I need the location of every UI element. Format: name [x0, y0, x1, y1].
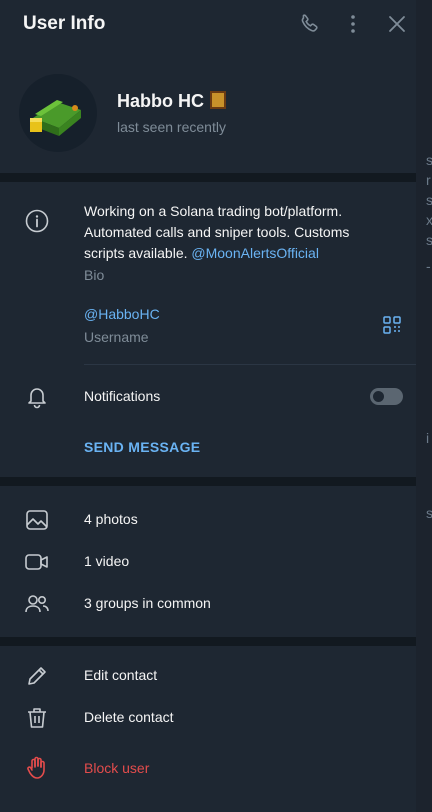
emoji-badge-icon	[210, 91, 226, 109]
strip-glyph: r	[426, 172, 431, 188]
bell-icon	[24, 383, 50, 409]
bio-text: Working on a Solana trading bot/platform…	[84, 203, 350, 261]
delete-contact-button[interactable]: Delete contact	[84, 709, 174, 725]
strip-glyph: s	[426, 505, 432, 521]
block-hand-icon	[24, 755, 50, 781]
groups-icon	[24, 591, 50, 617]
avatar[interactable]	[19, 74, 97, 152]
toggle-knob	[371, 389, 386, 404]
strip-glyph: i	[426, 430, 430, 446]
photo-icon	[24, 507, 50, 533]
header: User Info	[0, 0, 416, 50]
profile-name: Habbo HC	[117, 91, 226, 112]
bio-label: Bio	[84, 267, 105, 283]
close-icon[interactable]	[385, 12, 409, 36]
edit-contact-button[interactable]: Edit contact	[84, 667, 157, 683]
groups-in-common-item[interactable]: 3 groups in common	[84, 595, 211, 611]
info-icon	[24, 208, 50, 234]
username-value[interactable]: @HabboHC	[84, 306, 160, 322]
send-message-button[interactable]: SEND MESSAGE	[84, 439, 200, 455]
more-options-icon[interactable]	[341, 12, 365, 36]
qr-code-icon[interactable]	[382, 315, 402, 335]
trash-icon	[24, 705, 50, 731]
photos-item[interactable]: 4 photos	[84, 511, 138, 527]
last-seen-status: last seen recently	[117, 119, 226, 135]
notifications-label: Notifications	[84, 388, 161, 404]
section-divider	[0, 637, 416, 646]
notifications-toggle[interactable]	[370, 388, 403, 405]
video-icon	[24, 549, 50, 575]
section-divider	[0, 477, 416, 486]
videos-item[interactable]: 1 video	[84, 553, 129, 569]
strip-glyph: s	[426, 192, 432, 208]
section-divider	[0, 173, 416, 182]
mention-link[interactable]: @MoonAlertsOfficial	[191, 245, 319, 261]
separator	[84, 364, 416, 365]
background-chat-strip: s r s x s - i s	[416, 0, 432, 812]
strip-glyph: -	[426, 258, 431, 274]
strip-glyph: x	[426, 212, 432, 228]
user-info-panel: User Info Habbo HC last seen recently Wo…	[0, 0, 416, 812]
phone-icon[interactable]	[297, 12, 321, 36]
username-label: Username	[84, 329, 149, 345]
strip-glyph: s	[426, 232, 432, 248]
strip-glyph: s	[426, 152, 432, 168]
page-title: User Info	[23, 13, 106, 34]
block-user-button[interactable]: Block user	[84, 760, 149, 776]
pencil-icon	[24, 663, 50, 689]
